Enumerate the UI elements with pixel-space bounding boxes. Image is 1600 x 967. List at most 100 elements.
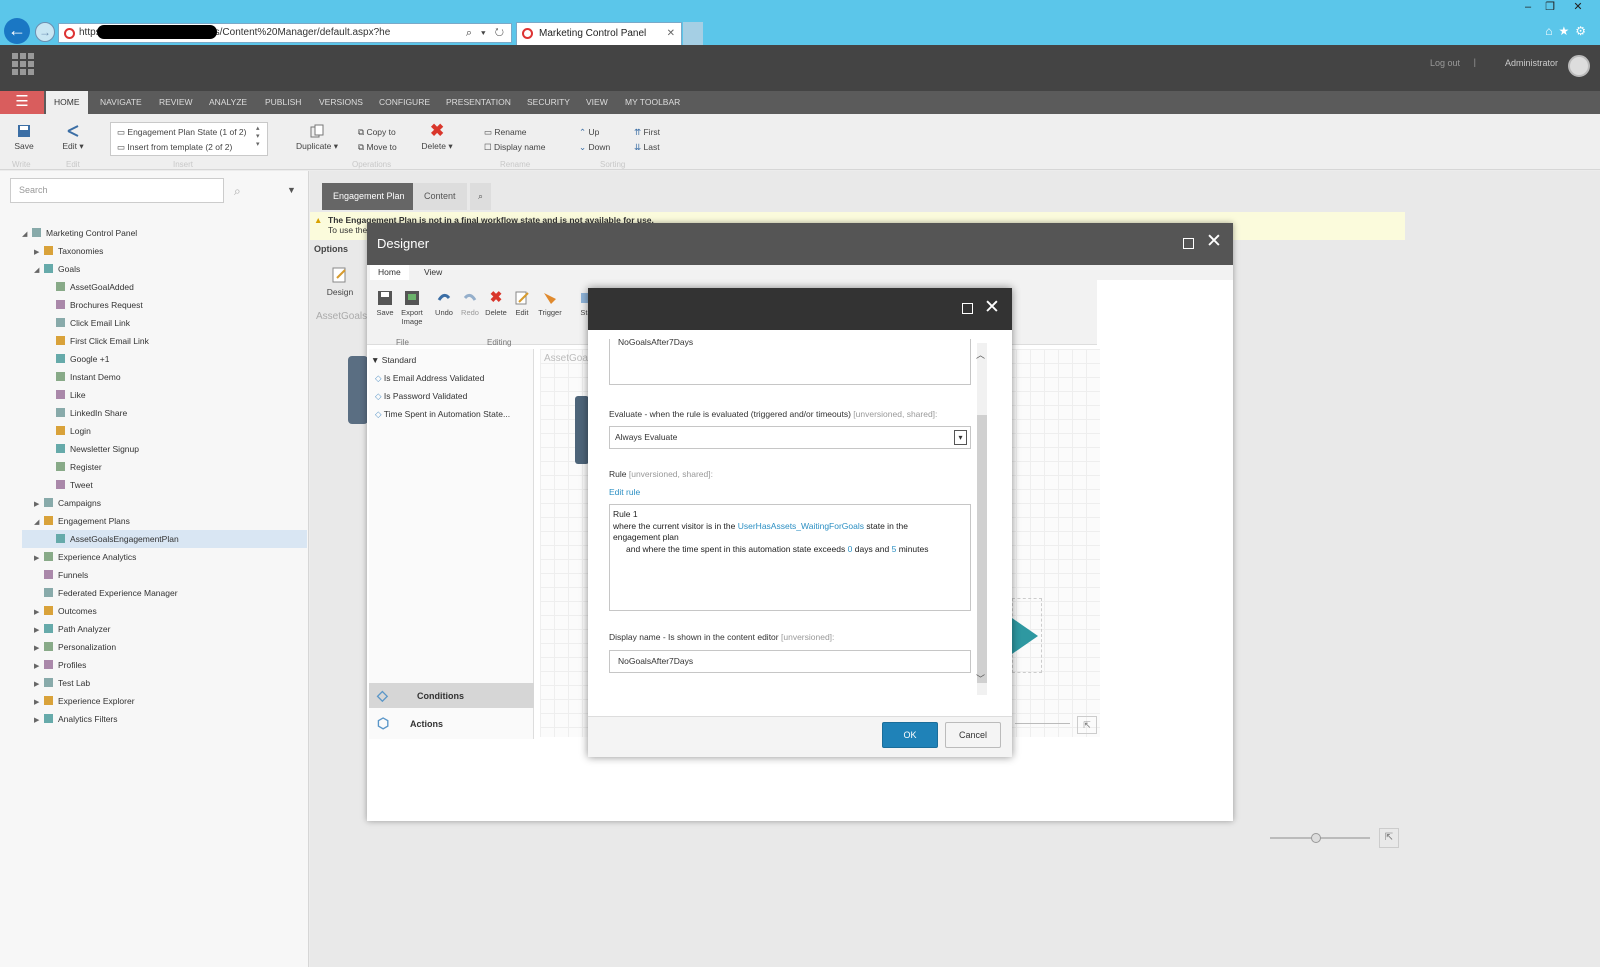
tree-item[interactable]: First Click Email Link xyxy=(22,332,307,350)
fit-view-icon[interactable]: ⇱ xyxy=(1379,828,1399,848)
down-button[interactable]: ⌄ Down xyxy=(579,142,610,153)
trigger-arrow-icon[interactable] xyxy=(1012,618,1040,654)
export-image-button[interactable]: Export Image xyxy=(398,290,426,326)
tree-item[interactable]: ▶ Test Lab xyxy=(22,674,307,692)
search-input[interactable]: Search xyxy=(10,178,224,203)
tree-item[interactable]: ◢ Marketing Control Panel xyxy=(22,224,307,242)
cancel-button[interactable]: Cancel xyxy=(945,722,1001,748)
tree-item[interactable]: ▶ Path Analyzer xyxy=(22,620,307,638)
search-options-chevron-down-icon[interactable]: ▼ xyxy=(287,185,296,195)
tree-item[interactable]: Click Email Link xyxy=(22,314,307,332)
delete-button[interactable]: ✖ Delete ▾ xyxy=(418,122,456,152)
scroll-up-icon[interactable]: ︿ xyxy=(976,348,985,361)
edit-button[interactable]: Edit ▾ xyxy=(60,124,86,152)
ok-button[interactable]: OK xyxy=(882,722,938,748)
url-search-icon[interactable]: ⌕ ▾ ↻ xyxy=(466,24,507,42)
address-bar[interactable]: https:// tecore/shell/Applications/Conte… xyxy=(58,23,512,43)
chevron-down-icon[interactable]: ▾ xyxy=(954,430,967,445)
browser-tab[interactable]: Marketing Control Panel ✕ xyxy=(516,22,682,45)
tree-item[interactable]: Register xyxy=(22,458,307,476)
rule-days-link[interactable]: 0 xyxy=(848,544,853,554)
insert-scroll-arrows[interactable]: ▴ ▾ ▾ xyxy=(256,124,260,148)
avatar[interactable] xyxy=(1568,55,1590,77)
tree-toggle-icon[interactable]: ▶ xyxy=(34,712,44,730)
tab-home[interactable]: HOME xyxy=(46,91,88,114)
user-name[interactable]: Administrator xyxy=(1505,58,1558,68)
first-button[interactable]: ⇈ First xyxy=(634,127,660,138)
tree-item[interactable]: Federated Experience Manager xyxy=(22,584,307,602)
scroll-down-icon[interactable]: ﹀ xyxy=(976,672,985,685)
tree-item[interactable]: ◢ Engagement Plans xyxy=(22,512,307,530)
tree-item[interactable]: ◢ Goals xyxy=(22,260,307,278)
tree-toggle-icon[interactable]: ◢ xyxy=(34,514,44,532)
search-icon[interactable]: ⌕ xyxy=(234,184,241,199)
tree-item[interactable]: Login xyxy=(22,422,307,440)
toolbox-section-standard[interactable]: ▼ Standard xyxy=(371,355,416,365)
duplicate-button[interactable]: Duplicate ▾ xyxy=(294,124,340,152)
launchpad-icon[interactable] xyxy=(12,53,34,75)
tab-navigate[interactable]: NAVIGATE xyxy=(92,91,150,114)
conditions-section[interactable]: ◇ Conditions xyxy=(369,683,534,708)
maximize-icon[interactable] xyxy=(962,303,973,314)
toolbox-item[interactable]: ◇ Is Email Address Validated xyxy=(375,373,484,384)
forward-button[interactable]: → xyxy=(35,22,55,42)
insert-option-2[interactable]: ▭ Insert from template (2 of 2) xyxy=(117,142,232,153)
new-tab-button[interactable] xyxy=(683,22,703,45)
canvas-state-node[interactable] xyxy=(575,396,589,464)
rename-button[interactable]: ▭ Rename xyxy=(484,127,527,138)
tab-review[interactable]: REVIEW xyxy=(151,91,201,114)
last-button[interactable]: ⇊ Last xyxy=(634,142,660,153)
actions-section[interactable]: ⬡ Actions xyxy=(369,711,534,736)
tab-content[interactable]: Content xyxy=(413,183,467,210)
tree-item[interactable]: Newsletter Signup xyxy=(22,440,307,458)
insert-option-1[interactable]: ▭ Engagement Plan State (1 of 2) xyxy=(117,127,246,138)
tab-versions[interactable]: VERSIONS xyxy=(311,91,371,114)
tree-item[interactable]: Brochures Request xyxy=(22,296,307,314)
rule-minutes-link[interactable]: 5 xyxy=(892,544,897,554)
tree-item[interactable]: ▶ Outcomes xyxy=(22,602,307,620)
toolbox-item[interactable]: ◇ Time Spent in Automation State... xyxy=(375,409,510,420)
designer-save-button[interactable]: Save xyxy=(374,290,396,317)
tab-configure[interactable]: CONFIGURE xyxy=(371,91,438,114)
tab-analyze[interactable]: ANALYZE xyxy=(201,91,255,114)
tree-toggle-icon[interactable]: ◢ xyxy=(22,226,32,244)
tree-toggle-icon[interactable]: ◢ xyxy=(34,262,44,280)
tree-item[interactable]: Funnels xyxy=(22,566,307,584)
tree-item[interactable]: ▶ Profiles xyxy=(22,656,307,674)
copy-to-button[interactable]: ⧉ Copy to xyxy=(358,127,396,138)
display-name-button[interactable]: ☐ Display name xyxy=(484,142,545,153)
undo-button[interactable]: Undo xyxy=(433,290,455,317)
toolbox-item[interactable]: ◇ Is Password Validated xyxy=(375,391,467,402)
search-tab-icon[interactable]: ⌕ xyxy=(470,183,492,210)
designer-edit-button[interactable]: Edit xyxy=(512,290,532,317)
redo-button[interactable]: Redo xyxy=(459,290,481,317)
save-button[interactable]: Save xyxy=(12,124,36,151)
back-button[interactable]: ← xyxy=(4,18,30,44)
name-field[interactable]: NoGoalsAfter7Days xyxy=(609,337,971,385)
tab-view[interactable]: VIEW xyxy=(578,91,616,114)
designer-zoom-slider[interactable] xyxy=(1015,723,1070,724)
tree-item[interactable]: AssetGoalAdded xyxy=(22,278,307,296)
evaluate-select[interactable]: Always Evaluate ▾ xyxy=(609,426,971,449)
tree-item[interactable]: ▶ Personalization xyxy=(22,638,307,656)
tree-item[interactable]: Tweet xyxy=(22,476,307,494)
tree-item[interactable]: Instant Demo xyxy=(22,368,307,386)
edit-rule-link[interactable]: Edit rule xyxy=(609,487,640,497)
restore-button[interactable]: ❐ xyxy=(1539,0,1561,16)
tab-presentation[interactable]: PRESENTATION xyxy=(438,91,519,114)
tree-item[interactable]: AssetGoalsEngagementPlan xyxy=(22,530,307,548)
tree-item[interactable]: ▶ Analytics Filters xyxy=(22,710,307,728)
move-to-button[interactable]: ⧉ Move to xyxy=(358,142,397,153)
design-button[interactable]: Design xyxy=(325,266,355,297)
tree-item[interactable]: Google +1 xyxy=(22,350,307,368)
zoom-slider-handle[interactable] xyxy=(1311,833,1321,843)
display-name-field[interactable]: NoGoalsAfter7Days xyxy=(609,650,971,673)
minimize-button[interactable]: – xyxy=(1517,0,1539,16)
close-icon[interactable]: ✕ xyxy=(1206,230,1222,253)
tree-item[interactable]: ▶ Experience Analytics xyxy=(22,548,307,566)
menu-icon[interactable]: ☰ xyxy=(0,91,44,114)
rule-state-link[interactable]: UserHasAssets_WaitingForGoals xyxy=(738,521,864,531)
maximize-icon[interactable] xyxy=(1183,238,1194,249)
close-tab-icon[interactable]: ✕ xyxy=(667,23,675,45)
tree-item[interactable]: ▶ Campaigns xyxy=(22,494,307,512)
